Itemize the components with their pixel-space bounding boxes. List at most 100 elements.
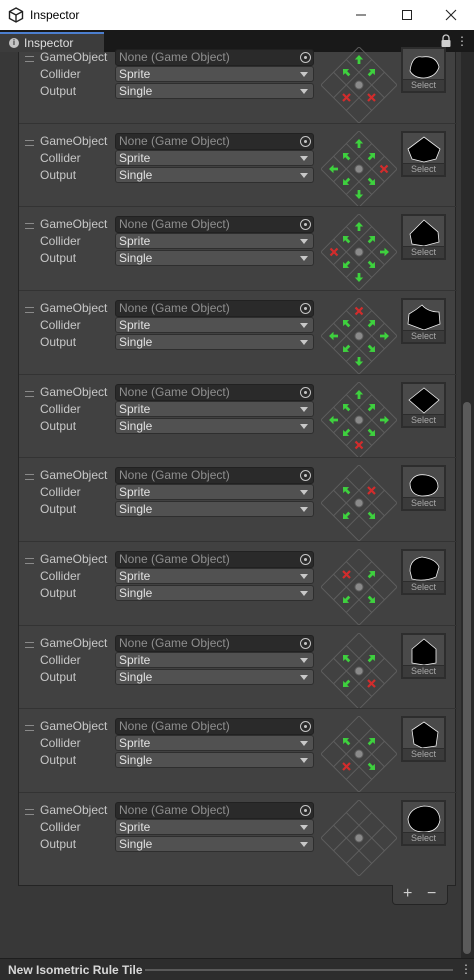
footer-drag-handle[interactable] [145,969,453,971]
add-rule-button[interactable]: + [403,885,412,902]
rule-not-this-icon[interactable] [367,93,376,102]
gameobject-field[interactable]: None (Game Object) [115,384,314,401]
rule-arrow-icon[interactable] [366,510,378,522]
output-dropdown[interactable]: Single [115,501,314,517]
reorder-handle-icon[interactable] [25,140,34,146]
sprite-preview[interactable]: Select [401,214,446,260]
select-sprite-button[interactable]: Select [403,748,444,760]
object-picker-icon[interactable] [300,52,311,63]
rule-neighbor-grid[interactable] [321,47,397,123]
select-sprite-button[interactable]: Select [403,79,444,91]
rule-arrow-icon[interactable] [340,150,352,162]
footer-menu-icon[interactable]: ⋮ [460,962,472,976]
rule-arrow-icon[interactable] [354,357,364,366]
rule-neighbor-grid[interactable] [321,716,397,792]
output-dropdown[interactable]: Single [115,585,314,601]
collider-dropdown[interactable]: Sprite [115,317,314,333]
rule-arrow-icon[interactable] [340,176,352,188]
gameobject-field[interactable]: None (Game Object) [115,802,314,819]
sprite-preview[interactable]: Select [401,131,446,177]
sprite-preview[interactable]: Select [401,549,446,595]
rule-arrow-icon[interactable] [354,190,364,199]
select-sprite-button[interactable]: Select [403,414,444,426]
collider-dropdown[interactable]: Sprite [115,233,314,249]
object-picker-icon[interactable] [300,721,311,732]
rule-arrow-icon[interactable] [340,510,352,522]
select-sprite-button[interactable]: Select [403,330,444,342]
rule-arrow-icon[interactable] [340,678,352,690]
select-sprite-button[interactable]: Select [403,665,444,677]
reorder-handle-icon[interactable] [25,809,34,815]
rule-not-this-icon[interactable] [367,679,376,688]
sprite-preview[interactable]: Select [401,47,446,93]
rule-arrow-icon[interactable] [354,55,364,64]
sprite-preview[interactable]: Select [401,382,446,428]
object-picker-icon[interactable] [300,470,311,481]
rule-arrow-icon[interactable] [340,66,352,78]
object-picker-icon[interactable] [300,638,311,649]
rule-arrow-icon[interactable] [366,317,378,329]
reorder-handle-icon[interactable] [25,56,34,62]
rule-arrow-icon[interactable] [366,233,378,245]
rule-arrow-icon[interactable] [340,594,352,606]
rule-not-this-icon[interactable] [367,486,376,495]
rule-arrow-icon[interactable] [329,164,338,174]
select-sprite-button[interactable]: Select [403,163,444,175]
output-dropdown[interactable]: Single [115,752,314,768]
gameobject-field[interactable]: None (Game Object) [115,551,314,568]
output-dropdown[interactable]: Single [115,83,314,99]
sprite-preview[interactable]: Select [401,716,446,762]
select-sprite-button[interactable]: Select [403,246,444,258]
rule-arrow-icon[interactable] [366,427,378,439]
select-sprite-button[interactable]: Select [403,581,444,593]
output-dropdown[interactable]: Single [115,836,314,852]
rule-neighbor-grid[interactable] [321,549,397,625]
gameobject-field[interactable]: None (Game Object) [115,718,314,735]
reorder-handle-icon[interactable] [25,558,34,564]
gameobject-field[interactable]: None (Game Object) [115,635,314,652]
rule-arrow-icon[interactable] [366,176,378,188]
rule-not-this-icon[interactable] [354,440,364,450]
collider-dropdown[interactable]: Sprite [115,484,314,500]
rule-arrow-icon[interactable] [340,317,352,329]
rule-arrow-icon[interactable] [329,415,338,425]
rule-arrow-icon[interactable] [380,415,389,425]
rule-neighbor-grid[interactable] [321,131,397,207]
rule-arrow-icon[interactable] [340,652,352,664]
sprite-preview[interactable]: Select [401,633,446,679]
collider-dropdown[interactable]: Sprite [115,735,314,751]
rule-arrow-icon[interactable] [340,401,352,413]
object-picker-icon[interactable] [300,303,311,314]
rule-arrow-icon[interactable] [366,66,378,78]
rule-arrow-icon[interactable] [354,390,364,399]
rule-arrow-icon[interactable] [366,150,378,162]
rule-neighbor-grid[interactable] [321,298,397,374]
rule-not-this-icon[interactable] [329,247,339,257]
output-dropdown[interactable]: Single [115,334,314,350]
rule-arrow-icon[interactable] [340,343,352,355]
tab-menu-icon[interactable]: ⋮ [456,34,468,48]
rule-arrow-icon[interactable] [354,273,364,282]
sprite-preview[interactable]: Select [401,465,446,511]
collider-dropdown[interactable]: Sprite [115,66,314,82]
gameobject-field[interactable]: None (Game Object) [115,300,314,317]
minimize-button[interactable] [338,0,384,30]
reorder-handle-icon[interactable] [25,307,34,313]
collider-dropdown[interactable]: Sprite [115,568,314,584]
reorder-handle-icon[interactable] [25,391,34,397]
rule-not-this-icon[interactable] [342,762,351,771]
select-sprite-button[interactable]: Select [403,832,444,844]
rule-arrow-icon[interactable] [366,761,378,773]
rule-not-this-icon[interactable] [379,164,389,174]
output-dropdown[interactable]: Single [115,669,314,685]
rule-arrow-icon[interactable] [380,247,389,257]
rule-arrow-icon[interactable] [340,259,352,271]
rule-neighbor-grid[interactable] [321,465,397,541]
rule-arrow-icon[interactable] [340,233,352,245]
output-dropdown[interactable]: Single [115,167,314,183]
select-sprite-button[interactable]: Select [403,497,444,509]
rule-arrow-icon[interactable] [366,735,378,747]
rule-arrow-icon[interactable] [340,427,352,439]
object-picker-icon[interactable] [300,136,311,147]
gameobject-field[interactable]: None (Game Object) [115,467,314,484]
